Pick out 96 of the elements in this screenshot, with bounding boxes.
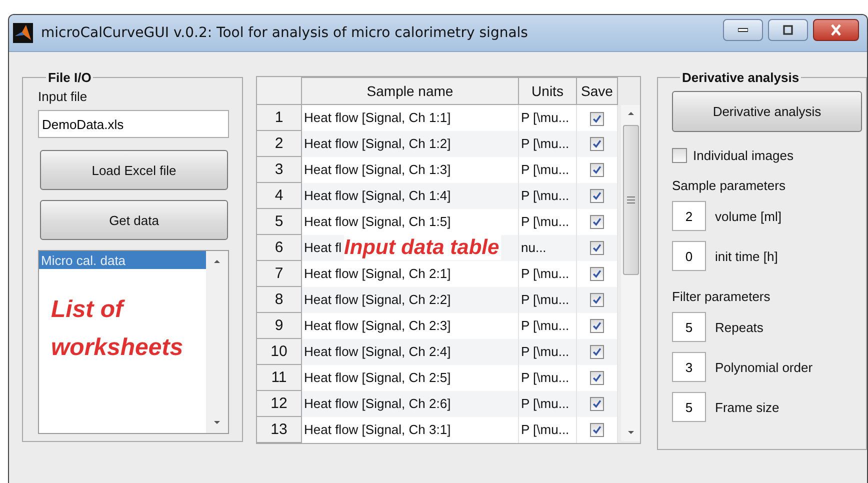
section-label: Sample parameters — [672, 178, 786, 193]
number-field[interactable]: 5 — [672, 392, 706, 422]
checkbox[interactable] — [590, 163, 604, 178]
get-data-button[interactable]: Get data — [40, 200, 228, 240]
checkbox[interactable] — [590, 112, 604, 126]
close-button[interactable] — [813, 19, 859, 41]
table-cell: P [\mu... — [518, 390, 576, 416]
row-header: 8 — [257, 286, 302, 312]
scroll-down-icon[interactable] — [212, 419, 222, 427]
table-cell: P [\mu... — [518, 208, 576, 234]
derivative-analysis-button[interactable]: Derivative analysis — [672, 91, 862, 132]
table-cell: Heat flow [Signal, Ch 1:4] — [304, 188, 451, 203]
input-label: Input file — [38, 89, 88, 104]
table-cell: Heat flow [Signal, Ch 2:2] — [304, 292, 451, 307]
list-scrollbar[interactable] — [206, 251, 228, 433]
list-item[interactable]: Micro cal. data — [39, 251, 206, 269]
row-header: 5 — [257, 208, 302, 234]
group-title: File I/O — [47, 70, 92, 85]
table-cell: Heat flow [Signal, Ch 3:1] — [304, 422, 451, 437]
table-scrollbar[interactable] — [621, 105, 640, 441]
close-icon — [828, 24, 844, 36]
scroll-down-icon[interactable] — [626, 429, 636, 437]
row-header: 12 — [257, 390, 302, 416]
annotation-text: List of worksheets — [51, 295, 184, 363]
row-header: 11 — [257, 364, 302, 390]
table-cell: Heat flow [Signal, Ch 1:3] — [304, 162, 451, 177]
number-field[interactable]: 0 — [672, 241, 706, 271]
column-header[interactable]: Save — [576, 78, 618, 104]
checkbox[interactable] — [590, 423, 604, 438]
grip-icon — [626, 196, 634, 204]
field-label: Repeats — [715, 320, 764, 334]
checkbox[interactable] — [590, 215, 604, 230]
checkbox[interactable] — [672, 148, 687, 163]
table-cell: P [\mu... — [518, 286, 576, 312]
section-label: Filter parameters — [672, 289, 772, 304]
field-label: volume [ml] — [715, 208, 782, 224]
table-cell: P [\mu... — [518, 260, 576, 286]
row-header: 4 — [257, 182, 302, 208]
row-header: 13 — [257, 416, 302, 442]
window-title: microCalCurveGUI v.0.2: Tool for analysis of micro calorimetry signals — [41, 25, 529, 41]
table-cell: P [\mu... — [518, 312, 576, 338]
column-header[interactable]: Sample name — [302, 78, 518, 104]
table-cell: Heat fl — [304, 240, 342, 255]
table-cell: P [\mu... — [518, 338, 576, 364]
row-header: 3 — [257, 156, 302, 182]
checkbox[interactable] — [590, 319, 604, 334]
checkbox[interactable] — [590, 371, 604, 386]
row-header: 7 — [257, 260, 302, 286]
checkbox[interactable] — [590, 241, 604, 256]
scroll-up-icon[interactable] — [626, 109, 636, 117]
checkbox[interactable] — [590, 345, 604, 360]
checkbox[interactable] — [590, 267, 604, 282]
row-header: 1 — [257, 104, 302, 130]
table-cell: P [\mu... — [518, 130, 576, 156]
checkbox[interactable] — [590, 293, 604, 308]
checkbox[interactable] — [590, 397, 604, 412]
row-header: 2 — [257, 130, 302, 156]
field-label: Polynomial order — [715, 360, 813, 374]
table-cell: Heat flow [Signal, Ch 1:2] — [304, 136, 451, 151]
field-label: init time [h] — [715, 248, 778, 264]
input-field[interactable]: DemoData.xls — [38, 110, 229, 138]
table-cell: nu... — [518, 234, 576, 260]
scroll-thumb[interactable] — [622, 125, 638, 275]
scroll-up-icon[interactable] — [212, 257, 222, 265]
worksheet-list[interactable]: Micro cal. data List of worksheets — [38, 250, 229, 434]
table-cell: Heat flow [Signal, Ch 1:1] — [304, 110, 451, 126]
annotation-text: Input data table — [344, 234, 502, 260]
table-cell: Heat flow [Signal, Ch 2:3] — [304, 318, 451, 333]
table-cell: Heat flow [Signal, Ch 2:5] — [304, 370, 451, 385]
row-header: 9 — [257, 312, 302, 338]
maximize-button[interactable] — [768, 19, 808, 41]
column-header[interactable]: Units — [518, 78, 576, 104]
table-cell: P [\mu... — [518, 182, 576, 208]
number-field[interactable]: 5 — [672, 312, 706, 342]
load-excel-file-button[interactable]: Load Excel file — [40, 150, 228, 190]
checkbox[interactable] — [590, 137, 604, 152]
table-cell: P [\mu... — [518, 156, 576, 182]
number-field[interactable]: 2 — [672, 201, 706, 231]
row-header: 10 — [257, 338, 302, 364]
table-cell: P [\mu... — [518, 104, 576, 130]
table-cell: Heat flow [Signal, Ch 1:5] — [304, 214, 451, 229]
row-header: 6 — [257, 234, 302, 260]
group-title: Derivative analysis — [681, 70, 800, 85]
minimize-icon — [738, 28, 748, 32]
number-field[interactable]: 3 — [672, 352, 706, 382]
maximize-icon — [780, 24, 796, 36]
table-cell: Heat flow [Signal, Ch 2:6] — [304, 396, 451, 411]
app-icon — [13, 23, 33, 43]
checkbox-label: Individual images — [693, 148, 794, 163]
field-label: Frame size — [715, 400, 780, 414]
checkbox[interactable] — [590, 189, 604, 204]
table-cell: Heat flow [Signal, Ch 2:4] — [304, 344, 451, 359]
table-cell: P [\mu... — [518, 364, 576, 390]
minimize-button[interactable] — [723, 19, 763, 41]
table-cell: Heat flow [Signal, Ch 2:1] — [304, 266, 451, 281]
table-cell: P [\mu... — [518, 416, 576, 442]
